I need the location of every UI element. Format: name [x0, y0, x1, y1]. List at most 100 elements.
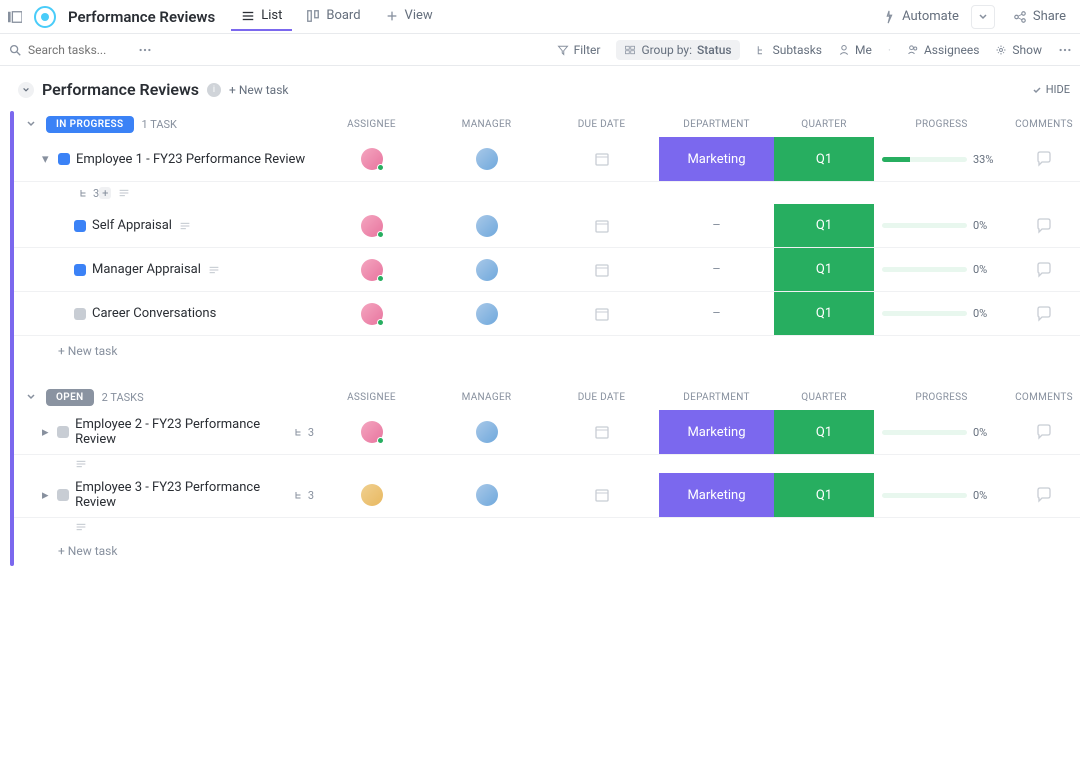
new-task-header-button[interactable]: + New task: [229, 83, 288, 97]
group-by-button[interactable]: Group by: Status: [616, 40, 739, 60]
task-row[interactable]: ▾ Employee 1 - FY23 Performance Review M…: [14, 137, 1080, 182]
progress-cell[interactable]: 0%: [874, 248, 1009, 291]
automate-dropdown[interactable]: [971, 5, 995, 29]
comments-cell[interactable]: [1009, 292, 1079, 335]
status-badge[interactable]: IN PROGRESS: [46, 116, 134, 133]
sidebar-toggle-icon[interactable]: [8, 10, 22, 24]
subtask-count[interactable]: 3: [293, 426, 314, 439]
manager-cell[interactable]: [429, 410, 544, 454]
task-row[interactable]: ▸ Employee 2 - FY23 Performance Review 3…: [14, 410, 1080, 455]
manager-cell[interactable]: [429, 248, 544, 291]
col-manager[interactable]: MANAGER: [429, 384, 544, 410]
department-cell[interactable]: –: [659, 292, 774, 335]
col-comments[interactable]: COMMENTS: [1009, 384, 1079, 410]
assignee-cell[interactable]: [314, 137, 429, 181]
task-row[interactable]: Career Conversations – Q1 0%: [14, 292, 1080, 336]
automate-button[interactable]: Automate: [882, 9, 959, 24]
comments-cell[interactable]: [1009, 137, 1079, 181]
tab-list[interactable]: List: [231, 2, 292, 31]
status-square-icon[interactable]: [58, 153, 70, 165]
task-name[interactable]: Career Conversations: [92, 306, 216, 321]
task-row[interactable]: ▸ Employee 3 - FY23 Performance Review 3…: [14, 473, 1080, 518]
task-name[interactable]: Manager Appraisal: [92, 262, 201, 277]
col-assignee[interactable]: ASSIGNEE: [314, 111, 429, 137]
progress-cell[interactable]: 0%: [874, 292, 1009, 335]
due-date-cell[interactable]: [544, 292, 659, 335]
due-date-cell[interactable]: [544, 410, 659, 454]
comments-cell[interactable]: [1009, 248, 1079, 291]
expand-subtasks-button[interactable]: ▾: [42, 152, 52, 167]
status-square-icon[interactable]: [57, 426, 69, 438]
search-icon[interactable]: [8, 43, 22, 57]
department-cell[interactable]: Marketing: [659, 473, 774, 517]
quarter-cell[interactable]: Q1: [774, 292, 874, 335]
more-horizontal-icon[interactable]: [138, 43, 152, 57]
due-date-cell[interactable]: [544, 248, 659, 291]
filter-button[interactable]: Filter: [557, 43, 601, 57]
new-task-button[interactable]: + New task: [14, 536, 1080, 566]
quarter-cell[interactable]: Q1: [774, 473, 874, 517]
col-assignee[interactable]: ASSIGNEE: [314, 384, 429, 410]
department-cell[interactable]: Marketing: [659, 410, 774, 454]
department-cell[interactable]: –: [659, 204, 774, 247]
due-date-cell[interactable]: [544, 473, 659, 517]
add-subtask-button[interactable]: +: [99, 187, 111, 199]
comments-cell[interactable]: [1009, 410, 1079, 454]
collapse-status-button[interactable]: [24, 117, 38, 131]
progress-cell[interactable]: 0%: [874, 410, 1009, 454]
quarter-cell[interactable]: Q1: [774, 248, 874, 291]
comments-cell[interactable]: [1009, 473, 1079, 517]
comments-cell[interactable]: [1009, 204, 1079, 247]
share-button[interactable]: Share: [1007, 5, 1072, 28]
manager-cell[interactable]: [429, 292, 544, 335]
manager-cell[interactable]: [429, 473, 544, 517]
assignee-cell[interactable]: [314, 204, 429, 247]
progress-cell[interactable]: 33%: [874, 137, 1009, 181]
more-horizontal-icon[interactable]: [1058, 43, 1072, 57]
col-department[interactable]: DEPARTMENT: [659, 111, 774, 137]
subtasks-button[interactable]: Subtasks: [756, 43, 822, 57]
notes-icon[interactable]: [207, 263, 221, 277]
info-icon[interactable]: i: [207, 83, 221, 97]
show-button[interactable]: Show: [995, 43, 1042, 57]
col-manager[interactable]: MANAGER: [429, 111, 544, 137]
quarter-cell[interactable]: Q1: [774, 410, 874, 454]
space-icon[interactable]: [34, 6, 56, 28]
col-progress[interactable]: PROGRESS: [874, 111, 1009, 137]
assignee-cell[interactable]: [314, 292, 429, 335]
col-department[interactable]: DEPARTMENT: [659, 384, 774, 410]
search-input[interactable]: [28, 43, 128, 57]
status-badge[interactable]: OPEN: [46, 389, 94, 406]
quarter-cell[interactable]: Q1: [774, 204, 874, 247]
task-row[interactable]: Self Appraisal – Q1 0%: [14, 204, 1080, 248]
manager-cell[interactable]: [429, 204, 544, 247]
expand-subtasks-button[interactable]: ▸: [42, 425, 51, 440]
col-due-date[interactable]: DUE DATE: [544, 384, 659, 410]
status-square-icon[interactable]: [74, 220, 86, 232]
due-date-cell[interactable]: [544, 204, 659, 247]
col-progress[interactable]: PROGRESS: [874, 384, 1009, 410]
notes-icon[interactable]: [178, 219, 192, 233]
expand-subtasks-button[interactable]: ▸: [42, 488, 51, 503]
assignee-cell[interactable]: [314, 248, 429, 291]
collapse-group-button[interactable]: [18, 82, 34, 98]
tab-add-view[interactable]: View: [375, 2, 443, 31]
status-square-icon[interactable]: [74, 308, 86, 320]
notes-icon[interactable]: [74, 457, 88, 471]
col-quarter[interactable]: QUARTER: [774, 111, 874, 137]
hide-button[interactable]: HIDE: [1032, 83, 1070, 96]
task-row[interactable]: Manager Appraisal – Q1 0%: [14, 248, 1080, 292]
department-cell[interactable]: Marketing: [659, 137, 774, 181]
subtask-count[interactable]: 3: [293, 489, 314, 502]
quarter-cell[interactable]: Q1: [774, 137, 874, 181]
task-name[interactable]: Self Appraisal: [92, 218, 172, 233]
task-name[interactable]: Employee 2 - FY23 Performance Review: [75, 417, 283, 447]
tab-board[interactable]: Board: [296, 2, 370, 31]
status-square-icon[interactable]: [74, 264, 86, 276]
assignee-cell[interactable]: [314, 473, 429, 517]
notes-icon[interactable]: [74, 520, 88, 534]
task-name[interactable]: Employee 3 - FY23 Performance Review: [75, 480, 283, 510]
status-square-icon[interactable]: [57, 489, 69, 501]
col-quarter[interactable]: QUARTER: [774, 384, 874, 410]
progress-cell[interactable]: 0%: [874, 473, 1009, 517]
